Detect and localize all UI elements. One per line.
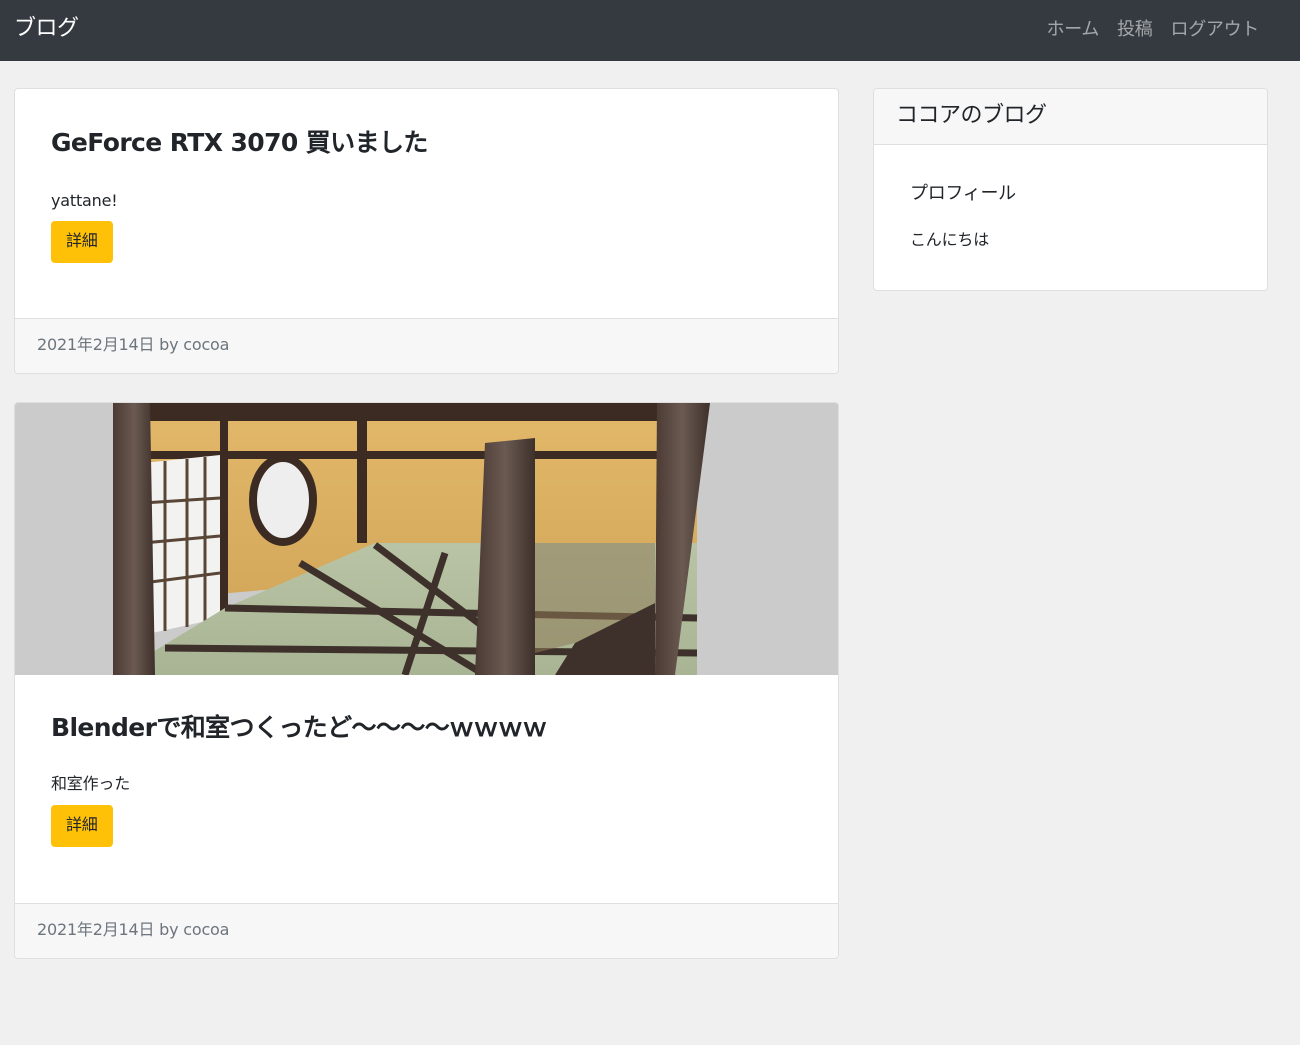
card-body: Blenderで和室つくったど～～～～ｗｗｗｗ 和室作った 詳細 bbox=[51, 710, 802, 847]
nav-links: ホーム 投稿 ログアウト bbox=[1047, 16, 1260, 44]
nav-link-post[interactable]: 投稿 bbox=[1117, 16, 1153, 44]
post-title: GeForce RTX 3070 買いました bbox=[51, 128, 428, 157]
post-meta: 2021年2月14日 by cocoa bbox=[37, 920, 230, 939]
post-excerpt: yattane! bbox=[51, 191, 118, 210]
sidebar-card: ココアのブログ プロフィール こんにちは bbox=[873, 88, 1268, 291]
sidebar-title: ココアのブログ bbox=[896, 103, 1047, 128]
profile-link[interactable]: プロフィール bbox=[910, 181, 1016, 207]
nav-link-logout[interactable]: ログアウト bbox=[1171, 16, 1260, 44]
post-image[interactable] bbox=[15, 403, 838, 675]
card-footer: 2021年2月14日 by cocoa bbox=[15, 318, 838, 373]
sidebar-header: ココアのブログ bbox=[874, 89, 1267, 145]
top-navbar: ブログ ホーム 投稿 ログアウト bbox=[0, 0, 1300, 61]
post-card: Blenderで和室つくったど～～～～ｗｗｗｗ 和室作った 詳細 2021年2月… bbox=[14, 402, 839, 959]
brand-link[interactable]: ブログ bbox=[14, 14, 79, 44]
detail-button[interactable]: 詳細 bbox=[51, 805, 113, 847]
detail-button[interactable]: 詳細 bbox=[51, 221, 113, 263]
post-card: GeForce RTX 3070 買いました yattane! 詳細 2021年… bbox=[14, 88, 839, 374]
post-excerpt: 和室作った bbox=[51, 774, 131, 793]
post-title: Blenderで和室つくったど～～～～ｗｗｗｗ bbox=[51, 713, 547, 742]
post-meta: 2021年2月14日 by cocoa bbox=[37, 335, 230, 354]
nav-link-home[interactable]: ホーム bbox=[1047, 16, 1100, 44]
card-footer: 2021年2月14日 by cocoa bbox=[15, 903, 838, 958]
washitsu-render-image bbox=[15, 403, 838, 675]
greeting-text: こんにちは bbox=[910, 230, 990, 249]
card-body: GeForce RTX 3070 買いました yattane! 詳細 bbox=[51, 125, 802, 263]
